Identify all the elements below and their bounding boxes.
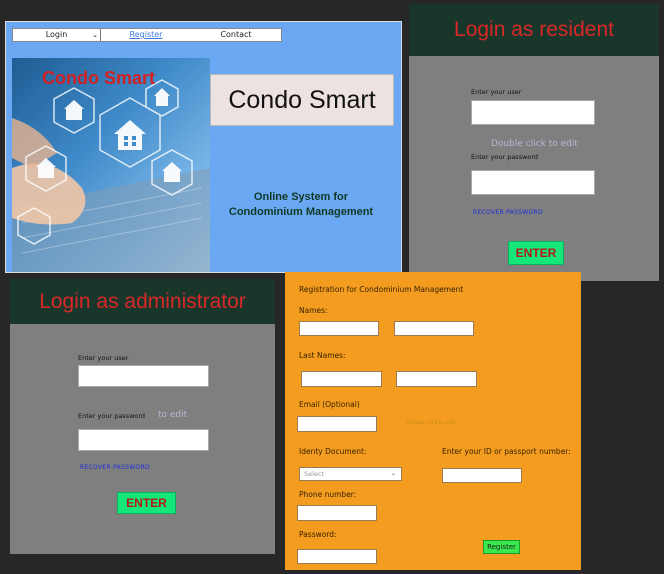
admin-password-label: Enter your password <box>78 412 146 420</box>
admin-edit-hint: to edit <box>158 410 188 420</box>
resident-recover-password-link[interactable]: RECOVER PASSWORD <box>473 209 543 216</box>
nav-register-label: Register <box>129 30 163 39</box>
identity-document-selected: Select <box>304 470 325 478</box>
admin-enter-button[interactable]: ENTER <box>117 492 176 514</box>
tagline-line-2: Condominium Management <box>228 206 374 218</box>
smart-home-illustration <box>12 79 210 272</box>
hero-title: Condo Smart <box>42 68 156 88</box>
resident-enter-button[interactable]: ENTER <box>508 241 564 265</box>
resident-password-label: Enter your password <box>471 153 539 161</box>
identity-document-label: Identy Document: <box>299 447 367 456</box>
admin-login-heading: Login as administrator <box>10 279 275 324</box>
admin-user-label: Enter your user <box>78 354 129 362</box>
password-label: Password: <box>299 530 337 539</box>
last-names-label: Last Names: <box>299 351 346 360</box>
top-nav: Login ⌄ Register Contact <box>12 28 282 42</box>
admin-recover-password-link[interactable]: RECOVER PASSWORD <box>80 464 150 471</box>
phone-input[interactable] <box>297 505 377 521</box>
brand-title: Condo Smart <box>210 74 394 126</box>
email-input[interactable] <box>297 416 377 432</box>
nav-register-link[interactable]: Register <box>101 29 191 41</box>
tagline-line-1: Online System for <box>253 191 349 203</box>
resident-user-label: Enter your user <box>471 88 522 96</box>
first-name-input[interactable] <box>299 321 379 336</box>
login-dropdown[interactable]: Login ⌄ <box>13 29 101 41</box>
login-dropdown-label: Login <box>45 30 68 39</box>
password-input[interactable] <box>297 549 377 564</box>
registration-panel: Registration for Condominium Management … <box>285 272 581 570</box>
nav-contact-label: Contact <box>220 30 252 39</box>
register-button[interactable]: Register <box>483 540 520 554</box>
faint-edit-text: Double click to edit <box>407 420 456 426</box>
home-panel: Login ⌄ Register Contact Condo Smart Con… <box>5 21 402 273</box>
admin-login-panel: Login as administrator Enter your user E… <box>10 279 275 554</box>
names-label: Names: <box>299 306 328 315</box>
nav-contact-link[interactable]: Contact <box>191 29 281 41</box>
first-last-name-input[interactable] <box>301 371 382 387</box>
second-name-input[interactable] <box>394 321 474 336</box>
identity-document-select[interactable]: Select ⌄ <box>299 467 402 481</box>
chevron-down-icon: ⌄ <box>390 470 396 477</box>
second-last-name-input[interactable] <box>396 371 477 387</box>
resident-login-panel: Login as resident Enter your user Double… <box>409 4 659 281</box>
admin-password-input[interactable] <box>78 429 209 451</box>
chevron-down-icon: ⌄ <box>92 31 98 39</box>
admin-user-input[interactable] <box>78 365 209 387</box>
id-number-label: Enter your ID or passport number: <box>442 447 571 456</box>
hero-image: Condo Smart <box>12 58 210 272</box>
resident-user-input[interactable] <box>471 100 595 125</box>
tagline: Online System for Condominium Management <box>216 190 386 220</box>
edit-hint: Double click to edit <box>491 139 578 149</box>
phone-label: Phone number: <box>299 490 357 499</box>
email-label: Email (Optional) <box>299 400 360 409</box>
resident-login-heading: Login as resident <box>409 4 659 56</box>
id-number-input[interactable] <box>442 468 522 483</box>
registration-title: Registration for Condominium Management <box>299 285 464 294</box>
resident-password-input[interactable] <box>471 170 595 195</box>
